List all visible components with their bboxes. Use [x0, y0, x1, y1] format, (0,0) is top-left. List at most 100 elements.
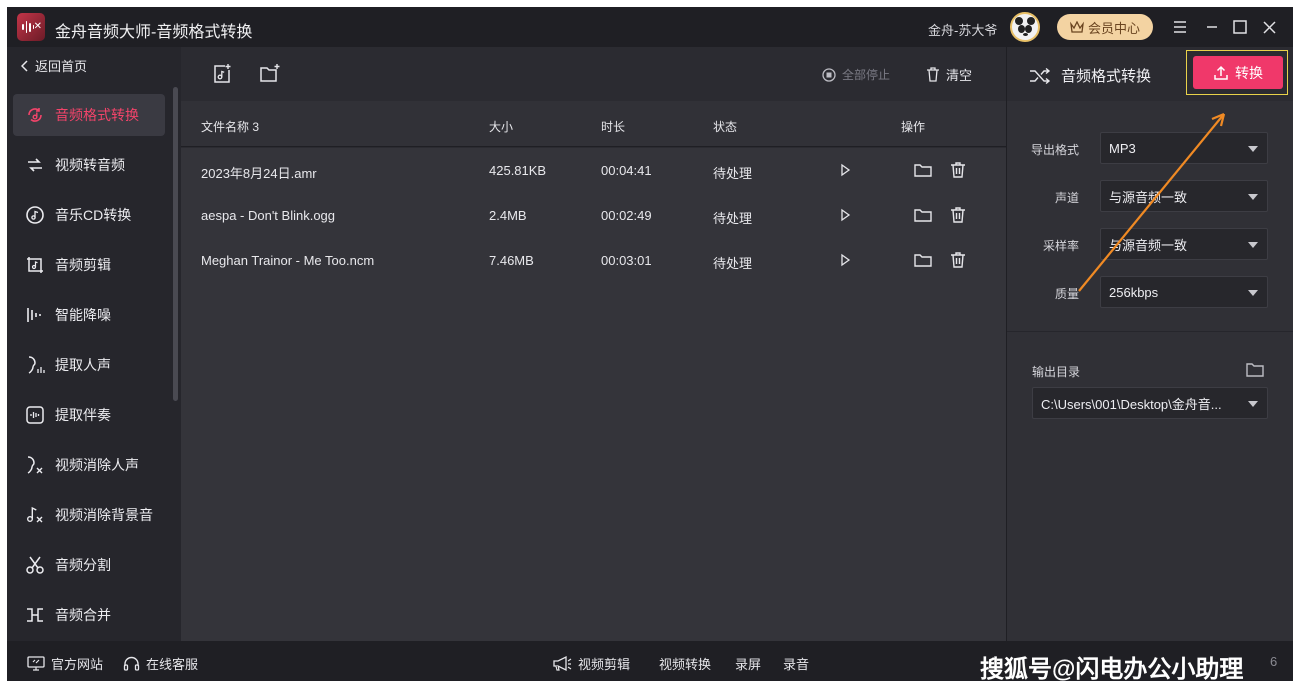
sample-rate-label: 采样率 [1042, 239, 1079, 253]
settings-divider [1007, 331, 1293, 332]
sidebar-item-audio-split[interactable]: 音频分割 [13, 544, 165, 586]
export-format-select[interactable]: MP3 [1100, 132, 1268, 164]
trash-icon [951, 162, 965, 178]
play-button[interactable] [835, 205, 855, 225]
video-convert-link[interactable]: 视频转换 [659, 654, 711, 673]
sidebar-scrollbar[interactable] [173, 87, 178, 401]
menu-button[interactable] [1170, 17, 1190, 37]
file-name: Meghan Trainor - Me Too.ncm [201, 253, 375, 268]
add-folder-button[interactable] [259, 63, 281, 85]
sidebar-item-video-remove-bgm[interactable]: 视频消除背景音 [13, 494, 165, 536]
delete-button[interactable] [948, 205, 968, 225]
open-folder-button[interactable] [913, 160, 933, 180]
settings-header: 音频格式转换 转换 [1007, 47, 1293, 101]
stop-circle-icon [822, 67, 836, 82]
header-name[interactable]: 文件名称 3 [201, 118, 259, 135]
output-dir-label: 输出目录 [1032, 365, 1081, 379]
file-table-header: 文件名称 3 大小 时长 状态 操作 [181, 101, 1006, 147]
file-status: 待处理 [713, 211, 753, 226]
file-duration: 00:04:41 [601, 163, 652, 178]
version-text: 6 [1270, 654, 1278, 669]
screen-record-link[interactable]: 录屏 [735, 654, 761, 673]
user-name[interactable]: 金舟-苏大爷 [928, 20, 997, 39]
file-name: 2023年8月24日.amr [201, 166, 317, 181]
sidebar-item-video-remove-vocals[interactable]: 视频消除人声 [13, 444, 165, 486]
header-duration[interactable]: 时长 [601, 118, 625, 135]
watermark-text: 搜狐号@闪电办公小助理 [980, 656, 1244, 681]
audio-record-link[interactable]: 录音 [783, 654, 809, 673]
online-support-link[interactable]: 在线客服 [123, 654, 198, 673]
maximize-button[interactable] [1230, 17, 1250, 37]
sidebar-item-audio-format-convert[interactable]: 音频格式转换 [13, 94, 165, 136]
trash-icon [951, 252, 965, 268]
merge-icon [27, 608, 43, 622]
maximize-icon [1233, 20, 1247, 34]
output-dir-select[interactable]: C:\Users\001\Desktop\金舟音... [1032, 387, 1268, 419]
vip-center-label: 会员中心 [1087, 20, 1140, 36]
minimize-button[interactable] [1202, 17, 1222, 37]
folder-icon [914, 164, 932, 177]
official-website-link[interactable]: 官方网站 [27, 654, 103, 673]
stop-all-label: 全部停止 [842, 68, 891, 82]
header-size[interactable]: 大小 [489, 118, 513, 135]
file-duration: 00:02:49 [601, 208, 652, 223]
add-file-button[interactable] [211, 63, 233, 85]
table-row[interactable]: Meghan Trainor - Me Too.ncm 7.46MB 00:03… [181, 238, 1006, 283]
output-folder-button[interactable] [1245, 361, 1265, 379]
sample-rate-value: 与源音频一致 [1109, 237, 1188, 253]
back-home-link[interactable]: 返回首页 [21, 56, 87, 75]
export-format-label: 导出格式 [1030, 143, 1079, 157]
sidebar-item-label: 视频消除背景音 [55, 507, 153, 523]
channel-select[interactable]: 与源音频一致 [1100, 180, 1268, 212]
sidebar-item-video-to-audio[interactable]: 视频转音频 [13, 144, 165, 186]
file-table-body: 2023年8月24日.amr 425.81KB 00:04:41 待处理 aes… [181, 148, 1006, 641]
avatar[interactable] [1010, 12, 1040, 42]
chevron-down-icon [1248, 242, 1258, 248]
sidebar-item-extract-vocals[interactable]: 提取人声 [13, 344, 165, 386]
sample-rate-select[interactable]: 与源音频一致 [1100, 228, 1268, 260]
close-icon [1262, 20, 1276, 34]
table-row[interactable]: 2023年8月24日.amr 425.81KB 00:04:41 待处理 [181, 148, 1006, 193]
sidebar-item-extract-accompaniment[interactable]: 提取伴奏 [13, 394, 165, 436]
chevron-down-icon [1248, 401, 1258, 407]
channel-label: 声道 [1054, 191, 1079, 205]
stop-all-button[interactable]: 全部停止 [822, 66, 890, 83]
extract-accompaniment-icon [26, 406, 44, 424]
close-button[interactable] [1259, 17, 1279, 37]
file-status: 待处理 [713, 166, 753, 181]
trash-icon [927, 67, 939, 82]
sidebar-item-music-cd[interactable]: 音乐CD转换 [13, 194, 165, 236]
delete-button[interactable] [948, 250, 968, 270]
sidebar-item-audio-merge[interactable]: 音频合并 [13, 594, 165, 636]
file-size: 2.4MB [489, 208, 527, 223]
quality-select[interactable]: 256kbps [1100, 276, 1268, 308]
delete-button[interactable] [948, 160, 968, 180]
play-icon [841, 163, 851, 177]
settings-title-label: 音频格式转换 [1061, 68, 1152, 85]
sidebar-item-audio-edit[interactable]: 音频剪辑 [13, 244, 165, 286]
sidebar-item-label: 音频剪辑 [55, 257, 111, 273]
sidebar-item-smart-denoise[interactable]: 智能降噪 [13, 294, 165, 336]
clear-button[interactable]: 清空 [926, 65, 972, 84]
open-folder-button[interactable] [913, 205, 933, 225]
video-edit-link[interactable]: 视频剪辑 [552, 654, 630, 673]
quality-value: 256kbps [1109, 284, 1159, 300]
play-icon [841, 253, 851, 267]
settings-panel: 导出格式 MP3 声道 与源音频一致 采样率 与源音频一致 质量 256kbps… [1007, 101, 1293, 641]
menu-icon [1174, 21, 1186, 33]
play-button[interactable] [835, 250, 855, 270]
convert-button[interactable]: 转换 [1193, 56, 1283, 89]
open-folder-button[interactable] [913, 250, 933, 270]
table-row[interactable]: aespa - Don't Blink.ogg 2.4MB 00:02:49 待… [181, 193, 1006, 238]
remove-bgm-icon [27, 506, 43, 523]
file-size: 425.81KB [489, 163, 547, 178]
add-music-file-icon [214, 64, 231, 83]
channel-value: 与源音频一致 [1109, 189, 1188, 205]
header-actions: 操作 [901, 120, 926, 134]
folder-icon [1246, 363, 1264, 377]
vip-center-button[interactable]: 会员中心 [1057, 14, 1153, 40]
add-folder-icon [260, 64, 280, 82]
extract-vocals-icon [28, 356, 45, 374]
file-duration: 00:03:01 [601, 253, 652, 268]
play-button[interactable] [835, 160, 855, 180]
